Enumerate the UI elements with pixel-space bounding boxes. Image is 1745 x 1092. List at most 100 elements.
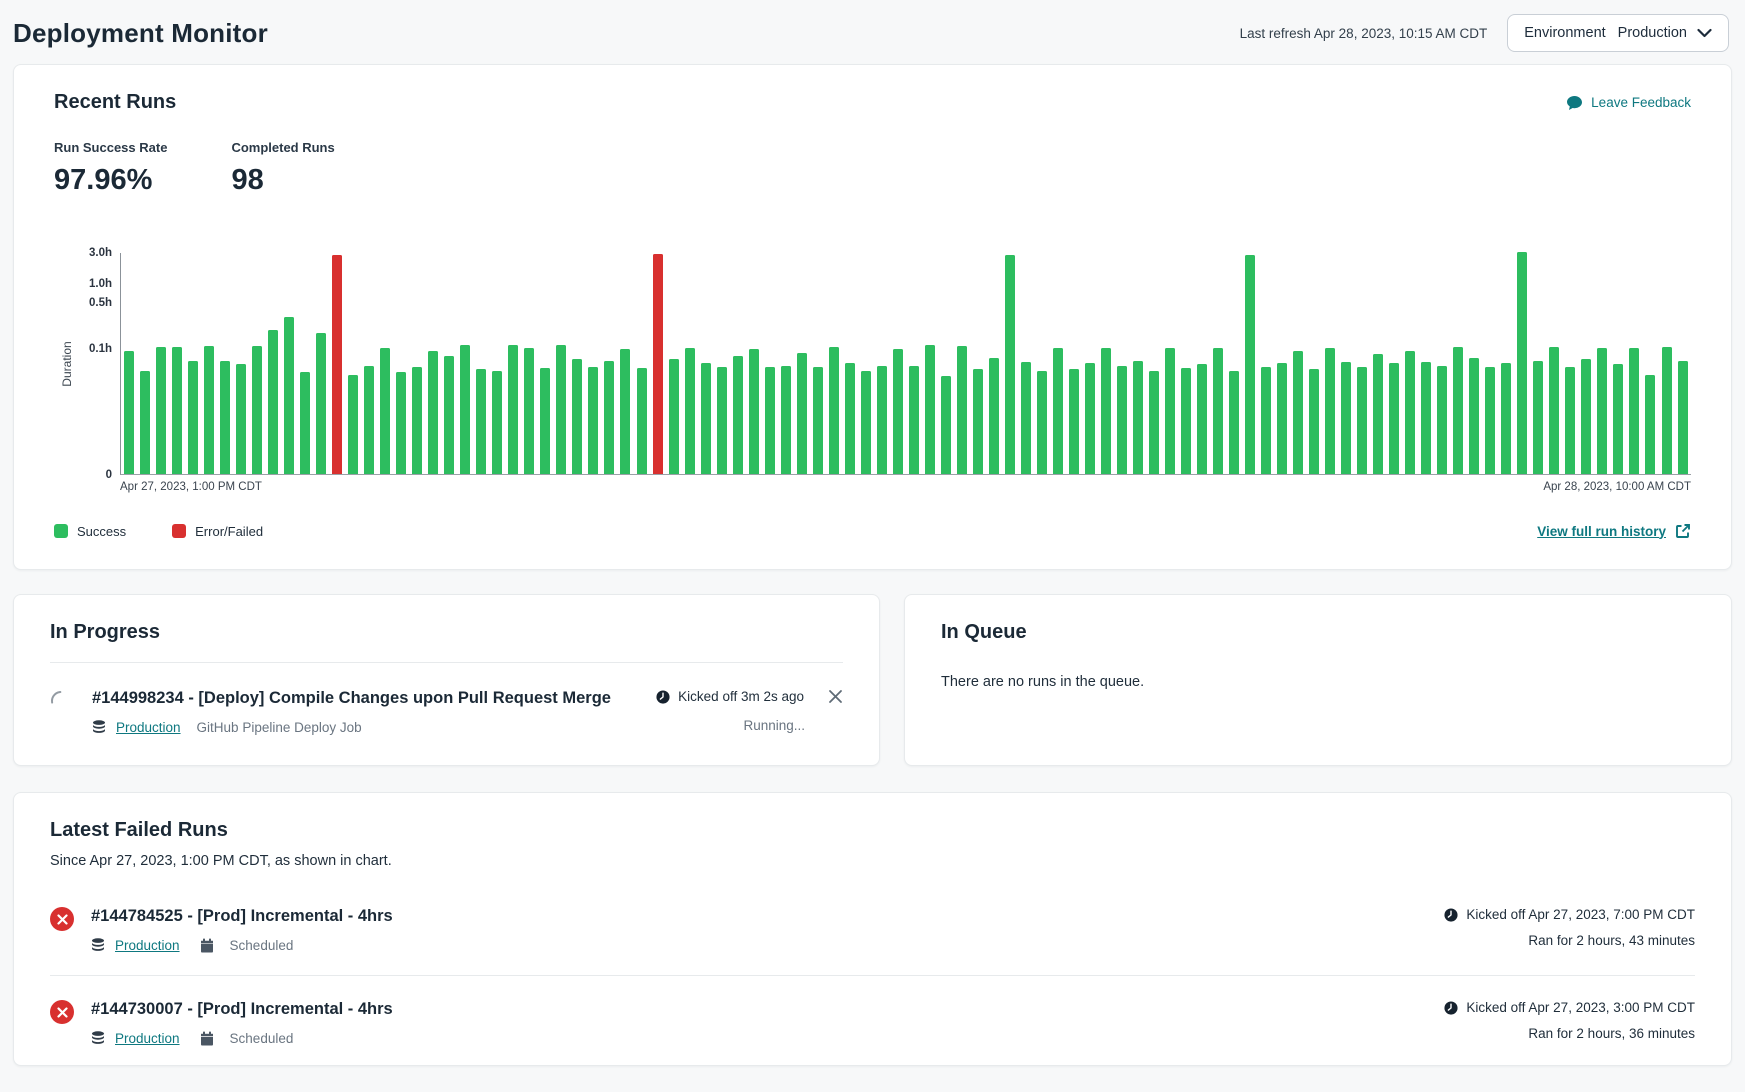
run-bar-success[interactable] [717, 367, 727, 474]
run-bar-success[interactable] [1485, 367, 1495, 474]
run-bar-success[interactable] [556, 345, 566, 475]
run-bar-success[interactable] [1437, 366, 1447, 474]
run-bar-success[interactable] [252, 346, 262, 474]
run-bar-success[interactable] [1021, 362, 1031, 474]
run-bar-success[interactable] [1181, 368, 1191, 474]
run-bar-success[interactable] [1533, 361, 1543, 474]
run-bar-success[interactable] [1005, 255, 1015, 474]
run-bar-success[interactable] [300, 372, 310, 474]
run-bar-success[interactable] [909, 366, 919, 474]
run-bar-success[interactable] [508, 345, 518, 474]
run-bar-success[interactable] [973, 369, 983, 474]
run-bar-success[interactable] [188, 361, 198, 474]
run-bar-success[interactable] [1101, 348, 1111, 474]
run-bar-success[interactable] [476, 369, 486, 474]
run-bar-success[interactable] [1501, 363, 1511, 474]
run-bar-success[interactable] [1277, 363, 1287, 474]
run-bar-success[interactable] [1678, 361, 1688, 474]
run-bar-success[interactable] [1373, 354, 1383, 474]
run-bar-success[interactable] [1453, 347, 1463, 474]
environment-link[interactable]: Production [115, 1031, 180, 1046]
run-bar-success[interactable] [989, 358, 999, 474]
run-bar-success[interactable] [1565, 367, 1575, 474]
run-bar-success[interactable] [620, 349, 630, 474]
run-bar-success[interactable] [284, 317, 294, 474]
run-bar-success[interactable] [1645, 375, 1655, 475]
leave-feedback-link[interactable]: Leave Feedback [1566, 95, 1691, 111]
run-bar-success[interactable] [1053, 348, 1063, 474]
run-bar-success[interactable] [348, 375, 358, 475]
run-bar-failed[interactable] [332, 255, 342, 474]
run-bar-success[interactable] [412, 367, 422, 474]
run-bar-success[interactable] [124, 351, 134, 475]
run-bar-success[interactable] [1405, 351, 1415, 475]
view-full-run-history-link[interactable]: View full run history [1537, 523, 1691, 539]
run-bar-success[interactable] [1581, 359, 1591, 474]
run-bar-success[interactable] [1325, 348, 1335, 474]
run-bar-success[interactable] [364, 366, 374, 474]
run-bar-success[interactable] [524, 348, 534, 474]
run-bar-success[interactable] [861, 371, 871, 474]
run-bar-success[interactable] [220, 361, 230, 474]
run-bar-success[interactable] [380, 348, 390, 474]
run-bar-success[interactable] [316, 333, 326, 474]
run-bar-success[interactable] [172, 347, 182, 474]
run-bar-success[interactable] [1197, 364, 1207, 474]
run-bar-success[interactable] [1341, 362, 1351, 474]
run-bar-success[interactable] [1613, 364, 1623, 474]
environment-link[interactable]: Production [116, 720, 181, 735]
run-bar-success[interactable] [396, 372, 406, 474]
run-bar-success[interactable] [1117, 366, 1127, 474]
run-bar-success[interactable] [1245, 255, 1255, 474]
run-bar-success[interactable] [1517, 252, 1527, 474]
run-bar-success[interactable] [1229, 371, 1239, 474]
run-bar-success[interactable] [893, 349, 903, 474]
run-bar-success[interactable] [1133, 361, 1143, 474]
run-bar-success[interactable] [957, 346, 967, 475]
run-bar-success[interactable] [604, 361, 614, 474]
run-bar-success[interactable] [1149, 371, 1159, 474]
run-bar-success[interactable] [1037, 371, 1047, 474]
run-bar-success[interactable] [1165, 348, 1175, 474]
run-bar-success[interactable] [781, 366, 791, 474]
run-bar-success[interactable] [428, 351, 438, 475]
run-bar-success[interactable] [1597, 348, 1607, 474]
run-bar-success[interactable] [1069, 369, 1079, 474]
run-bar-success[interactable] [572, 359, 582, 474]
run-bar-success[interactable] [813, 367, 823, 474]
run-bar-success[interactable] [1389, 363, 1399, 474]
environment-link[interactable]: Production [115, 938, 180, 953]
run-bar-success[interactable] [268, 330, 278, 474]
run-bar-success[interactable] [204, 346, 214, 474]
run-bar-success[interactable] [765, 367, 775, 474]
run-bar-success[interactable] [749, 349, 759, 474]
run-bar-success[interactable] [140, 371, 150, 474]
run-bar-success[interactable] [1549, 347, 1559, 474]
run-bar-success[interactable] [941, 376, 951, 474]
run-bar-success[interactable] [1662, 347, 1672, 474]
run-bar-success[interactable] [540, 368, 550, 474]
run-bar-success[interactable] [685, 348, 695, 474]
run-bar-success[interactable] [701, 363, 711, 474]
run-bar-success[interactable] [637, 368, 647, 474]
run-bar-success[interactable] [1421, 362, 1431, 474]
run-bar-success[interactable] [1357, 367, 1367, 474]
run-bar-success[interactable] [236, 364, 246, 474]
run-bar-success[interactable] [1309, 369, 1319, 474]
run-bar-success[interactable] [1261, 367, 1271, 474]
run-bar-success[interactable] [492, 371, 502, 474]
run-bar-success[interactable] [925, 345, 935, 474]
run-bar-success[interactable] [1629, 348, 1639, 474]
run-bar-success[interactable] [1469, 358, 1479, 474]
run-bar-success[interactable] [1293, 351, 1303, 475]
run-bar-success[interactable] [1213, 348, 1223, 474]
run-bar-failed[interactable] [653, 254, 663, 474]
run-bar-success[interactable] [444, 356, 454, 474]
run-bar-success[interactable] [156, 347, 166, 474]
run-bar-success[interactable] [733, 356, 743, 474]
run-bar-success[interactable] [460, 345, 470, 474]
run-bar-success[interactable] [829, 347, 839, 474]
run-bar-success[interactable] [877, 366, 887, 474]
environment-select[interactable]: Environment Production [1507, 14, 1729, 52]
close-icon[interactable] [828, 689, 843, 704]
